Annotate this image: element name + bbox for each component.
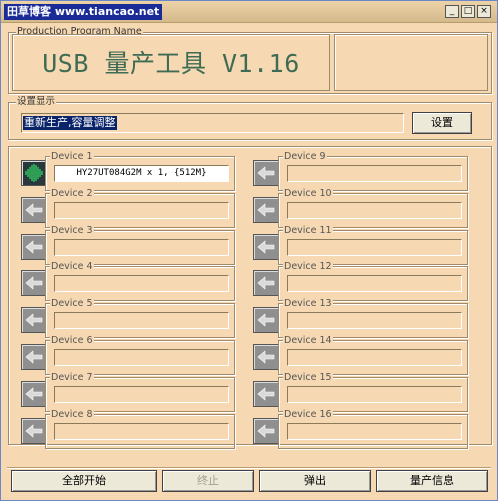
device-slot-7: Device 7	[45, 371, 235, 412]
device-status-field	[287, 165, 462, 182]
production-info-button[interactable]: 量产信息	[376, 470, 488, 492]
arrow-left-icon[interactable]	[253, 196, 279, 223]
arrow-left-icon[interactable]	[253, 160, 279, 186]
program-side-panel	[334, 34, 488, 91]
device-status-field	[287, 275, 462, 293]
device-status-field	[54, 238, 229, 256]
arrow-left-icon[interactable]	[21, 344, 47, 370]
device-status-field	[54, 275, 229, 293]
device-slot-16: Device 16	[278, 408, 468, 449]
device-label: Device 14	[283, 335, 333, 346]
device-label: Device 1	[50, 151, 94, 162]
device-label: Device 15	[283, 371, 333, 383]
device-slot-15: Device 15	[278, 371, 468, 412]
device-label: Device 9	[283, 151, 327, 162]
arrow-left-icon[interactable]	[21, 196, 47, 223]
settings-button[interactable]: 设置	[412, 112, 472, 134]
device-label: Device 16	[283, 408, 333, 420]
device-status-field	[54, 422, 229, 440]
device-label: Device 8	[50, 408, 94, 420]
window-title: 田草博客 www.tiancao.net	[4, 4, 163, 20]
device-slot-5: Device 5	[45, 298, 235, 339]
arrow-left-icon[interactable]	[253, 344, 279, 370]
device-status-field	[287, 312, 462, 330]
device-status-field	[287, 349, 462, 366]
device-status-field	[287, 422, 462, 440]
device-slot-13: Device 13	[278, 298, 468, 339]
device-label: Device 13	[283, 298, 333, 310]
arrow-left-icon[interactable]	[253, 270, 279, 297]
device-label: Device 10	[283, 187, 333, 199]
device-label: Device 5	[50, 298, 94, 310]
device-label: Device 2	[50, 187, 94, 199]
device-slot-9: Device 9	[278, 151, 468, 191]
settings-display-value: 重新生产,容量调整	[23, 116, 117, 130]
device-slot-2: Device 2	[45, 187, 235, 228]
device-label: Device 7	[50, 371, 94, 383]
arrow-left-icon[interactable]	[21, 270, 47, 297]
device-slot-8: Device 8	[45, 408, 235, 449]
device-status-field	[287, 201, 462, 219]
device-status-field	[54, 201, 229, 219]
device-slot-12: Device 12	[278, 261, 468, 302]
bottom-separator	[7, 467, 491, 469]
device-status-field	[54, 349, 229, 366]
maximize-button[interactable]: □	[461, 5, 475, 18]
minimize-button[interactable]: _	[445, 5, 459, 18]
arrow-left-icon[interactable]	[253, 417, 279, 444]
start-all-button[interactable]: 全部开始	[11, 470, 157, 492]
arrow-left-icon[interactable]	[21, 417, 47, 444]
device-status-field	[287, 238, 462, 256]
arrow-left-icon[interactable]	[253, 380, 279, 407]
device-status-field	[287, 385, 462, 403]
settings-legend: 设置显示	[16, 96, 57, 108]
eject-button[interactable]: 弹出	[259, 470, 371, 492]
arrow-left-icon[interactable]	[253, 307, 279, 334]
arrow-left-icon[interactable]	[21, 307, 47, 334]
device-label: Device 4	[50, 261, 94, 273]
device-slot-6: Device 6	[45, 335, 235, 375]
title-bar[interactable]: 田草博客 www.tiancao.net _ □ ×	[1, 1, 497, 23]
arrow-left-icon[interactable]	[21, 233, 47, 260]
device-slot-14: Device 14	[278, 335, 468, 375]
program-name-display: USB 量产工具 V1.16	[12, 34, 330, 91]
device-status-field: HY27UT084G2M x 1, {512M}	[54, 165, 229, 182]
app-window: 田草博客 www.tiancao.net _ □ × Production Pr…	[0, 0, 498, 501]
device-status-field	[54, 385, 229, 403]
device-label: Device 3	[50, 224, 94, 236]
device-label: Device 12	[283, 261, 333, 273]
arrow-left-icon[interactable]	[21, 380, 47, 407]
arrow-left-icon[interactable]	[253, 233, 279, 260]
device-slot-3: Device 3	[45, 224, 235, 265]
device-slot-1: Device 1 HY27UT084G2M x 1, {512M}	[45, 151, 235, 191]
settings-display-field[interactable]: 重新生产,容量调整	[21, 113, 404, 133]
device-slot-11: Device 11	[278, 224, 468, 265]
close-button[interactable]: ×	[477, 5, 491, 18]
device-label: Device 6	[50, 335, 94, 346]
device-status-field	[54, 312, 229, 330]
usb-activity-icon[interactable]	[21, 160, 47, 186]
device-slot-4: Device 4	[45, 261, 235, 302]
stop-button[interactable]: 终止	[162, 470, 254, 492]
device-slot-10: Device 10	[278, 187, 468, 228]
device-label: Device 11	[283, 224, 333, 236]
